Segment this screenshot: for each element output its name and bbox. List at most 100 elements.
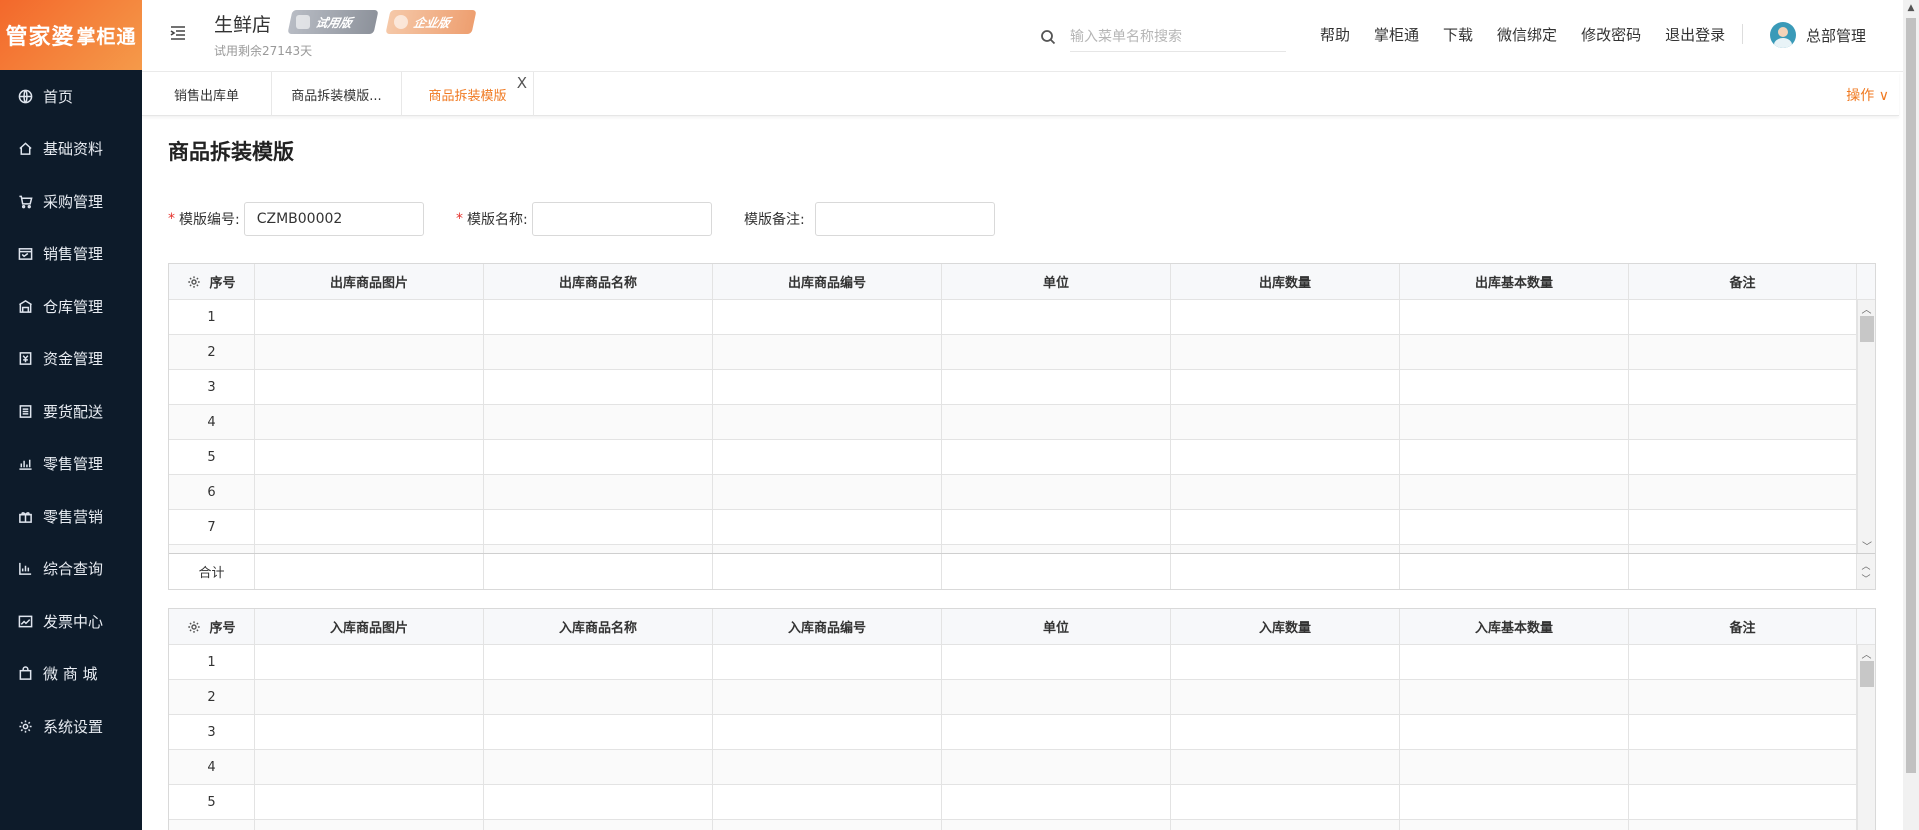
table-cell[interactable] [942, 405, 1171, 439]
table-row[interactable]: 3 [169, 715, 1875, 750]
table-cell[interactable] [255, 715, 484, 749]
tab-sales-outbound[interactable]: 销售出库单 [142, 72, 272, 116]
scroll-down-icon[interactable]: ﹀ [1861, 572, 1870, 585]
scroll-down-icon[interactable]: ﹀ [1858, 537, 1875, 553]
wechat-bind-link[interactable]: 微信绑定 [1497, 24, 1557, 45]
table-cell[interactable] [1171, 715, 1400, 749]
table-cell[interactable] [1629, 645, 1857, 679]
table-cell[interactable] [942, 300, 1171, 334]
table-row[interactable]: 2 [169, 335, 1875, 370]
table-cell[interactable] [484, 545, 713, 553]
table-cell[interactable] [1400, 645, 1629, 679]
table-cell[interactable] [1400, 335, 1629, 369]
column-header[interactable]: 出库商品编号 [713, 264, 942, 299]
table-row[interactable]: 1 [169, 300, 1875, 335]
table-cell[interactable] [484, 785, 713, 819]
table-cell[interactable] [942, 370, 1171, 404]
table-cell[interactable] [484, 335, 713, 369]
sidebar-item-basic-data[interactable]: 基础资料 [0, 123, 142, 176]
table-row[interactable] [169, 545, 1875, 553]
column-settings-gear-icon[interactable] [187, 275, 201, 289]
table-cell[interactable] [484, 645, 713, 679]
scrollbar-thumb[interactable] [1859, 316, 1874, 342]
table-cell[interactable] [942, 680, 1171, 714]
table-cell[interactable] [255, 510, 484, 544]
column-header[interactable]: 出库商品名称 [484, 264, 713, 299]
column-header[interactable]: 单位 [942, 264, 1171, 299]
column-header[interactable]: 备注 [1629, 264, 1857, 299]
scroll-up-icon[interactable]: ︿ [1858, 300, 1875, 316]
sidebar-item-warehouse[interactable]: 仓库管理 [0, 280, 142, 333]
table-cell[interactable] [255, 820, 484, 830]
user-menu[interactable]: 总部管理 [1770, 22, 1866, 48]
help-link[interactable]: 帮助 [1320, 24, 1350, 45]
table-cell[interactable] [942, 645, 1171, 679]
table-row[interactable]: 3 [169, 370, 1875, 405]
table-cell[interactable] [1629, 475, 1857, 509]
table-cell[interactable] [255, 680, 484, 714]
table-cell[interactable] [1171, 335, 1400, 369]
table-cell[interactable] [1400, 510, 1629, 544]
table-cell[interactable] [1629, 405, 1857, 439]
table-row[interactable]: 4 [169, 750, 1875, 785]
page-scrollbar[interactable]: ▲ [1903, 0, 1919, 830]
table-cell[interactable] [1400, 545, 1629, 553]
table-row[interactable]: 4 [169, 405, 1875, 440]
table-cell[interactable] [713, 440, 942, 474]
table-cell[interactable] [1629, 680, 1857, 714]
column-header[interactable]: 单位 [942, 609, 1171, 644]
search-icon[interactable] [1040, 29, 1056, 45]
table-cell[interactable] [1629, 440, 1857, 474]
table-cell[interactable] [255, 300, 484, 334]
table-cell[interactable] [1400, 370, 1629, 404]
table-cell[interactable] [1171, 645, 1400, 679]
table-cell[interactable] [484, 715, 713, 749]
operations-dropdown[interactable]: 操作 ∨ [1846, 85, 1889, 105]
table-cell[interactable] [942, 785, 1171, 819]
table-cell[interactable] [1171, 545, 1400, 553]
table-cell[interactable] [255, 475, 484, 509]
table-cell[interactable] [1171, 750, 1400, 784]
scroll-up-icon[interactable]: ▲ [1903, 0, 1919, 16]
column-header[interactable]: 出库基本数量 [1400, 264, 1629, 299]
table-row[interactable] [169, 820, 1875, 830]
column-settings-gear-icon[interactable] [187, 620, 201, 634]
sidebar-item-invoice[interactable]: 发票中心 [0, 595, 142, 648]
table-cell[interactable] [1629, 545, 1857, 553]
table-cell[interactable] [713, 335, 942, 369]
tab-disassembly-template-1[interactable]: 商品拆装模版... [272, 72, 402, 116]
logout-link[interactable]: 退出登录 [1665, 24, 1725, 45]
table-cell[interactable] [1171, 370, 1400, 404]
sidebar-item-purchase[interactable]: 采购管理 [0, 175, 142, 228]
sidebar-item-mall[interactable]: 微 商 城 [0, 648, 142, 701]
scroll-up-icon[interactable]: ︿ [1861, 559, 1870, 572]
table-cell[interactable] [713, 510, 942, 544]
table-cell[interactable] [1171, 680, 1400, 714]
sidebar-item-marketing[interactable]: 零售营销 [0, 490, 142, 543]
table-cell[interactable] [484, 680, 713, 714]
table-cell[interactable] [942, 510, 1171, 544]
total-row-scroll[interactable]: ︿ ﹀ [1857, 554, 1875, 589]
table-cell[interactable] [1629, 335, 1857, 369]
table-row[interactable]: 6 [169, 475, 1875, 510]
table-cell[interactable] [255, 370, 484, 404]
table-cell[interactable] [1629, 785, 1857, 819]
table-cell[interactable] [255, 645, 484, 679]
table-cell[interactable] [484, 370, 713, 404]
column-header[interactable]: 出库商品图片 [255, 264, 484, 299]
table-cell[interactable] [1629, 510, 1857, 544]
table-cell[interactable] [713, 750, 942, 784]
column-header[interactable]: 入库商品图片 [255, 609, 484, 644]
column-header[interactable]: 出库数量 [1171, 264, 1400, 299]
table-cell[interactable] [255, 750, 484, 784]
table-cell[interactable] [942, 475, 1171, 509]
table-cell[interactable] [484, 510, 713, 544]
table-cell[interactable] [1400, 680, 1629, 714]
table-cell[interactable] [484, 820, 713, 830]
outbound-table-scrollbar[interactable]: ︿ ﹀ [1857, 300, 1875, 553]
table-cell[interactable] [713, 300, 942, 334]
column-header-index[interactable]: 序号 [169, 609, 255, 644]
table-cell[interactable] [1629, 820, 1857, 830]
column-header[interactable]: 入库基本数量 [1400, 609, 1629, 644]
table-cell[interactable] [1629, 300, 1857, 334]
